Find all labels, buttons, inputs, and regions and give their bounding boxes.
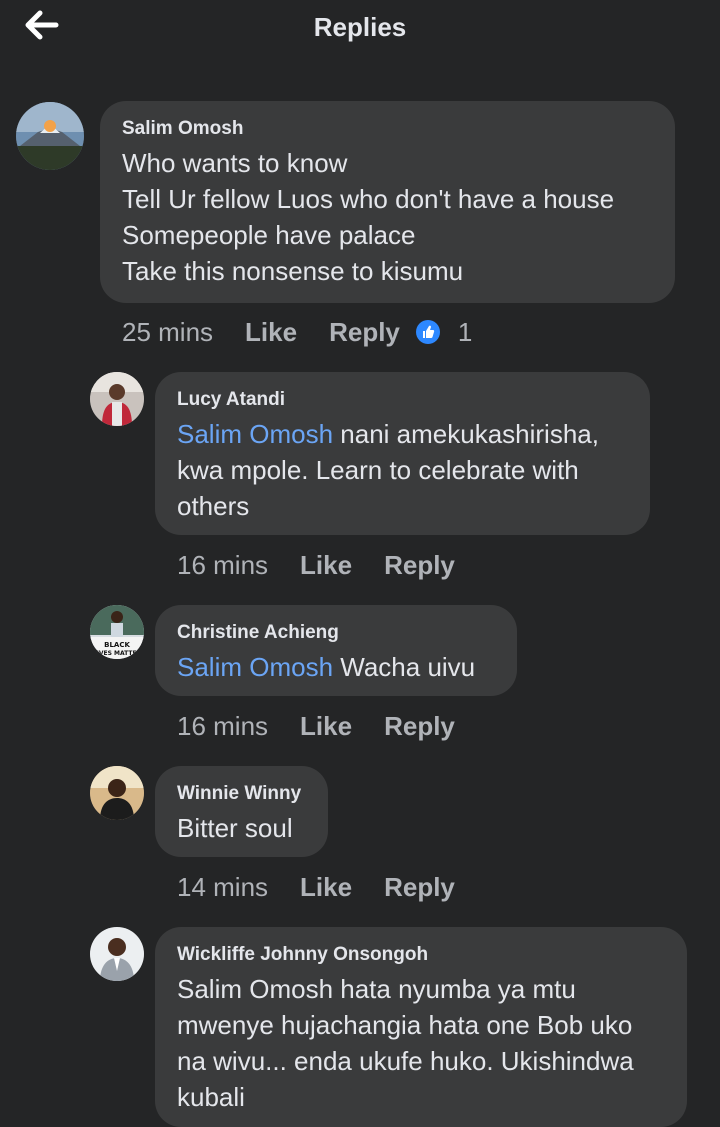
comment-line: others [177,491,250,521]
comment-actions: 16 mins Like Reply [177,708,487,744]
comment-text: nani amekukashirisha, [333,419,599,449]
comment-line: mwenye hujachangia hata one Bob uko [177,1010,633,1040]
avatar[interactable] [90,927,144,981]
comment-line: Take this nonsense to kisumu [122,256,464,286]
comment-bubble: Lucy Atandi Salim Omosh nani amekukashir… [155,372,650,535]
comment-text: Wacha uivu [333,652,476,682]
comment-bubble: Winnie Winny Bitter soul [155,766,328,857]
comment-line: Salim Omosh Wacha uivu [177,649,495,685]
avatar[interactable] [16,102,84,170]
comment-author[interactable]: Wickliffe Johnny Onsongoh [177,943,665,967]
svg-text:BLACK: BLACK [104,641,130,649]
avatar[interactable] [90,372,144,426]
comment-line: Salim Omosh hata nyumba ya mtu [177,974,576,1004]
comment-bubble: Christine Achieng Salim Omosh Wacha uivu [155,605,517,696]
header-bar: Replies [0,0,720,60]
comment-line: kubali [177,1082,245,1112]
like-button[interactable]: Like [300,550,352,581]
comment-line: na wivu... enda ukufe huko. Ukishindwa [177,1046,634,1076]
comment-line: kwa mpole. Learn to celebrate with [177,455,579,485]
reply-button[interactable]: Reply [384,550,455,581]
like-button[interactable]: Like [245,317,297,348]
thumbs-up-icon[interactable] [415,320,440,344]
reaction-count[interactable]: 1 [458,317,472,348]
comment-author[interactable]: Christine Achieng [177,621,495,645]
comment-author[interactable]: Salim Omosh [122,117,653,141]
like-button[interactable]: Like [300,711,352,742]
comment-line: Who wants to know [122,148,348,178]
comment-author[interactable]: Winnie Winny [177,782,306,806]
comment-bubble: Salim Omosh Who wants to know Tell Ur fe… [100,101,675,303]
page-title: Replies [313,12,407,42]
comment-line: Salim Omosh nani amekukashirisha, [177,416,628,452]
comment-line: Bitter soul [177,813,293,843]
comment-line: Somepeople have palace [122,220,416,250]
comment-author[interactable]: Lucy Atandi [177,388,628,412]
reply-button[interactable]: Reply [384,711,455,742]
avatar[interactable]: BLACK LIVES MATTER [90,605,144,659]
comment-bubble: Wickliffe Johnny Onsongoh Salim Omosh ha… [155,927,687,1127]
comment-time: 14 mins [177,871,269,902]
reply-button[interactable]: Reply [329,317,400,348]
comment-line: Tell Ur fellow Luos who don't have a hou… [122,184,615,214]
mention-link[interactable]: Salim Omosh [177,419,333,449]
comment-time: 16 mins [177,549,269,580]
comment-time: 25 mins [122,316,214,347]
comment-actions: 25 mins Like Reply 1 [122,314,472,350]
reply-button[interactable]: Reply [384,872,455,903]
like-button[interactable]: Like [300,872,352,903]
comment-actions: 16 mins Like Reply [177,547,487,583]
svg-text:LIVES MATTER: LIVES MATTER [93,650,142,657]
mention-link[interactable]: Salim Omosh [177,652,333,682]
avatar[interactable] [90,766,144,820]
comment-time: 16 mins [177,710,269,741]
comment-actions: 14 mins Like Reply [177,869,487,905]
